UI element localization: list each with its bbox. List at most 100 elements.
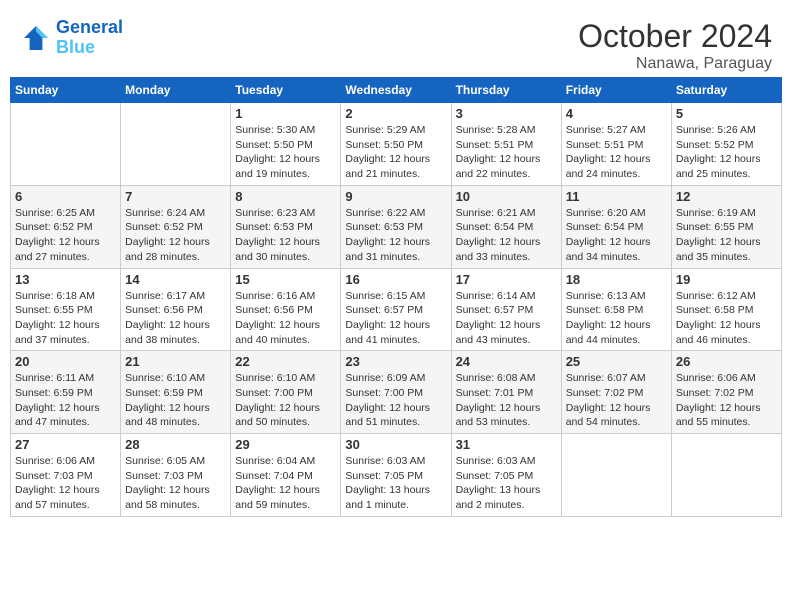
day-info: Sunrise: 6:10 AM Sunset: 6:59 PM Dayligh… [125,371,226,430]
calendar-cell: 13 Sunrise: 6:18 AM Sunset: 6:55 PM Dayli… [11,268,121,351]
logo-line2: Blue [56,38,123,58]
calendar-week-2: 6 Sunrise: 6:25 AM Sunset: 6:52 PM Daylig… [11,185,782,268]
day-info: Sunrise: 6:22 AM Sunset: 6:53 PM Dayligh… [345,206,446,265]
day-info: Sunrise: 6:19 AM Sunset: 6:55 PM Dayligh… [676,206,777,265]
day-number: 12 [676,189,777,204]
day-info: Sunrise: 6:21 AM Sunset: 6:54 PM Dayligh… [456,206,557,265]
day-number: 6 [15,189,116,204]
calendar-cell: 9 Sunrise: 6:22 AM Sunset: 6:53 PM Daylig… [341,185,451,268]
calendar-cell: 27Sunrise: 6:06 AM Sunset: 7:03 PM Dayli… [11,434,121,517]
day-number: 29 [235,437,336,452]
day-number: 9 [345,189,446,204]
day-number: 11 [566,189,667,204]
logo-text: General Blue [56,18,123,58]
day-number: 22 [235,354,336,369]
page-header: General Blue October 2024 Nanawa, Paragu… [10,10,782,77]
day-number: 7 [125,189,226,204]
calendar-cell: 3 Sunrise: 5:28 AM Sunset: 5:51 PM Daylig… [451,103,561,186]
day-info: Sunrise: 6:14 AM Sunset: 6:57 PM Dayligh… [456,289,557,348]
day-info: Sunrise: 6:03 AM Sunset: 7:05 PM Dayligh… [345,454,446,513]
day-info: Sunrise: 6:20 AM Sunset: 6:54 PM Dayligh… [566,206,667,265]
day-info: Sunrise: 6:25 AM Sunset: 6:52 PM Dayligh… [15,206,116,265]
calendar-week-3: 13 Sunrise: 6:18 AM Sunset: 6:55 PM Dayli… [11,268,782,351]
day-number: 15 [235,272,336,287]
day-info: Sunrise: 6:18 AM Sunset: 6:55 PM Dayligh… [15,289,116,348]
day-number: 1 [235,106,336,121]
weekday-header-friday: Friday [561,78,671,103]
calendar-cell: 17 Sunrise: 6:14 AM Sunset: 6:57 PM Dayli… [451,268,561,351]
day-info: Sunrise: 6:11 AM Sunset: 6:59 PM Dayligh… [15,371,116,430]
calendar-cell: 14Sunrise: 6:17 AM Sunset: 6:56 PM Dayli… [121,268,231,351]
calendar-cell [121,103,231,186]
day-info: Sunrise: 5:28 AM Sunset: 5:51 PM Dayligh… [456,123,557,182]
calendar-week-5: 27Sunrise: 6:06 AM Sunset: 7:03 PM Dayli… [11,434,782,517]
calendar-cell: 7 Sunrise: 6:24 AM Sunset: 6:52 PM Daylig… [121,185,231,268]
day-number: 18 [566,272,667,287]
day-number: 10 [456,189,557,204]
calendar-cell: 23 Sunrise: 6:09 AM Sunset: 7:00 PM Dayli… [341,351,451,434]
day-info: Sunrise: 6:05 AM Sunset: 7:03 PM Dayligh… [125,454,226,513]
day-number: 8 [235,189,336,204]
weekday-header-sunday: Sunday [11,78,121,103]
calendar-cell: 28Sunrise: 6:05 AM Sunset: 7:03 PM Dayli… [121,434,231,517]
calendar-cell: 22 Sunrise: 6:10 AM Sunset: 7:00 PM Dayli… [231,351,341,434]
day-number: 19 [676,272,777,287]
calendar-cell: 16 Sunrise: 6:15 AM Sunset: 6:57 PM Dayli… [341,268,451,351]
location: Nanawa, Paraguay [578,55,772,73]
month-title: October 2024 Nanawa, Paraguay [578,18,772,73]
day-number: 23 [345,354,446,369]
calendar-body: 1Sunrise: 5:30 AM Sunset: 5:50 PM Daylig… [11,103,782,517]
calendar-cell: 5 Sunrise: 5:26 AM Sunset: 5:52 PM Daylig… [671,103,781,186]
weekday-header-tuesday: Tuesday [231,78,341,103]
weekday-header-saturday: Saturday [671,78,781,103]
calendar-cell: 25Sunrise: 6:07 AM Sunset: 7:02 PM Dayli… [561,351,671,434]
day-info: Sunrise: 6:16 AM Sunset: 6:56 PM Dayligh… [235,289,336,348]
calendar-cell: 12 Sunrise: 6:19 AM Sunset: 6:55 PM Dayli… [671,185,781,268]
day-info: Sunrise: 5:26 AM Sunset: 5:52 PM Dayligh… [676,123,777,182]
weekday-header-wednesday: Wednesday [341,78,451,103]
calendar-cell: 11 Sunrise: 6:20 AM Sunset: 6:54 PM Dayli… [561,185,671,268]
calendar-cell: 29 Sunrise: 6:04 AM Sunset: 7:04 PM Dayli… [231,434,341,517]
weekday-row: SundayMondayTuesdayWednesdayThursdayFrid… [11,78,782,103]
day-number: 2 [345,106,446,121]
day-number: 4 [566,106,667,121]
day-number: 3 [456,106,557,121]
day-info: Sunrise: 6:08 AM Sunset: 7:01 PM Dayligh… [456,371,557,430]
day-info: Sunrise: 6:24 AM Sunset: 6:52 PM Dayligh… [125,206,226,265]
day-info: Sunrise: 6:09 AM Sunset: 7:00 PM Dayligh… [345,371,446,430]
day-number: 31 [456,437,557,452]
day-info: Sunrise: 6:04 AM Sunset: 7:04 PM Dayligh… [235,454,336,513]
day-info: Sunrise: 5:29 AM Sunset: 5:50 PM Dayligh… [345,123,446,182]
day-number: 16 [345,272,446,287]
day-number: 17 [456,272,557,287]
day-info: Sunrise: 6:10 AM Sunset: 7:00 PM Dayligh… [235,371,336,430]
day-info: Sunrise: 6:13 AM Sunset: 6:58 PM Dayligh… [566,289,667,348]
day-number: 21 [125,354,226,369]
day-info: Sunrise: 6:23 AM Sunset: 6:53 PM Dayligh… [235,206,336,265]
calendar-cell: 6 Sunrise: 6:25 AM Sunset: 6:52 PM Daylig… [11,185,121,268]
calendar-cell: 8 Sunrise: 6:23 AM Sunset: 6:53 PM Daylig… [231,185,341,268]
day-number: 14 [125,272,226,287]
day-number: 13 [15,272,116,287]
day-info: Sunrise: 6:06 AM Sunset: 7:02 PM Dayligh… [676,371,777,430]
day-number: 5 [676,106,777,121]
calendar-cell [11,103,121,186]
day-info: Sunrise: 5:27 AM Sunset: 5:51 PM Dayligh… [566,123,667,182]
calendar-cell: 19 Sunrise: 6:12 AM Sunset: 6:58 PM Dayli… [671,268,781,351]
day-info: Sunrise: 6:15 AM Sunset: 6:57 PM Dayligh… [345,289,446,348]
day-info: Sunrise: 6:03 AM Sunset: 7:05 PM Dayligh… [456,454,557,513]
calendar-table: SundayMondayTuesdayWednesdayThursdayFrid… [10,77,782,517]
calendar-cell: 30 Sunrise: 6:03 AM Sunset: 7:05 PM Dayli… [341,434,451,517]
day-info: Sunrise: 6:12 AM Sunset: 6:58 PM Dayligh… [676,289,777,348]
day-number: 20 [15,354,116,369]
calendar-cell: 4 Sunrise: 5:27 AM Sunset: 5:51 PM Daylig… [561,103,671,186]
logo-line1: General [56,18,123,38]
calendar-cell: 1Sunrise: 5:30 AM Sunset: 5:50 PM Daylig… [231,103,341,186]
day-number: 25 [566,354,667,369]
day-info: Sunrise: 6:06 AM Sunset: 7:03 PM Dayligh… [15,454,116,513]
calendar-cell: 20 Sunrise: 6:11 AM Sunset: 6:59 PM Dayli… [11,351,121,434]
weekday-header-thursday: Thursday [451,78,561,103]
day-number: 30 [345,437,446,452]
day-number: 26 [676,354,777,369]
calendar-cell: 18 Sunrise: 6:13 AM Sunset: 6:58 PM Dayli… [561,268,671,351]
